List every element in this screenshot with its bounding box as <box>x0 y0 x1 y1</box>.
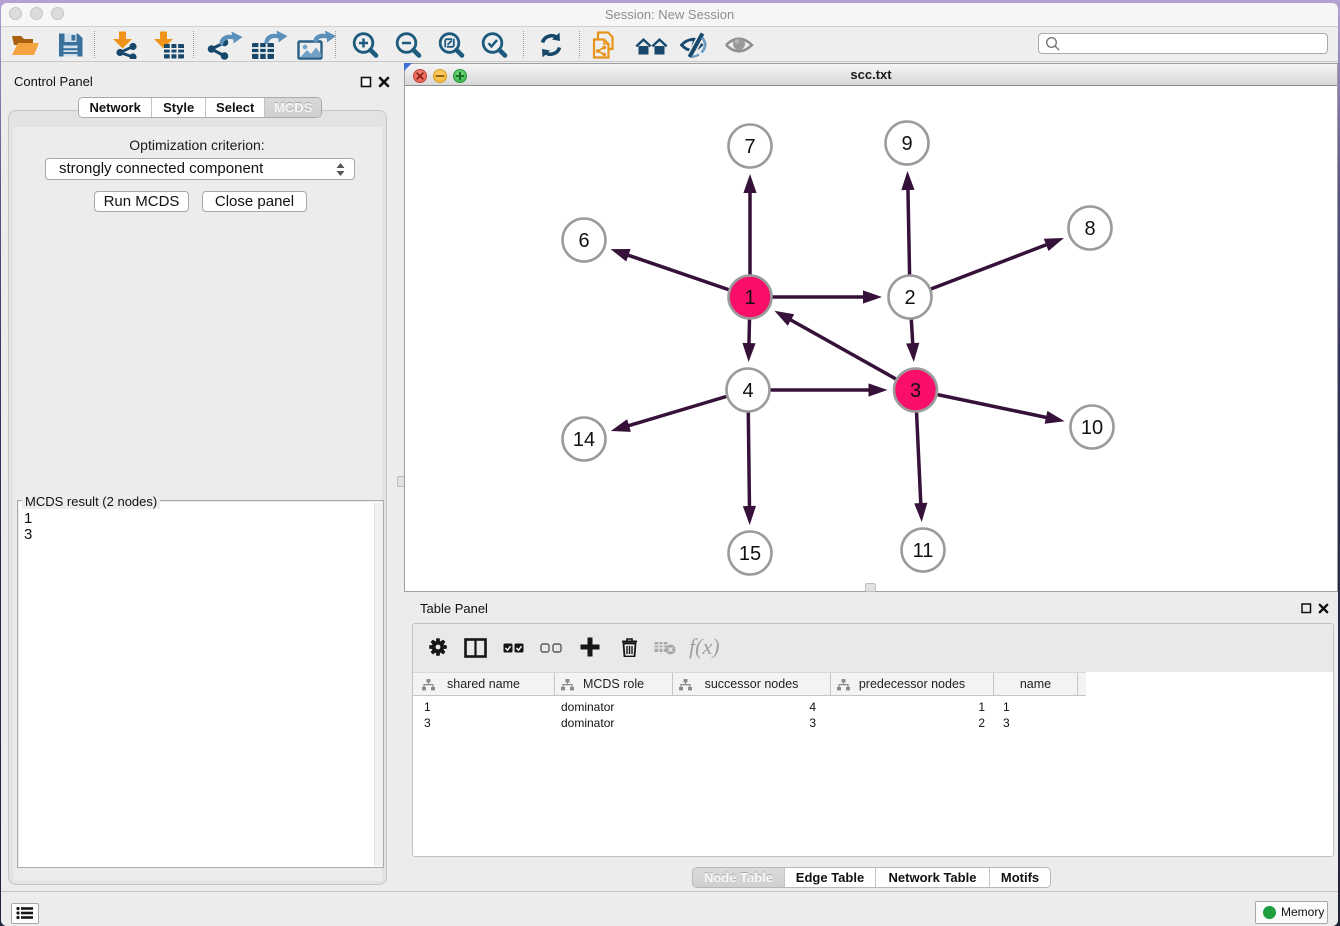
svg-text:14: 14 <box>573 429 595 451</box>
svg-text:1: 1 <box>744 287 755 309</box>
svg-text:4: 4 <box>742 380 753 402</box>
svg-text:10: 10 <box>1081 417 1103 439</box>
svg-text:11: 11 <box>913 540 934 562</box>
svg-text:7: 7 <box>744 136 755 158</box>
svg-text:9: 9 <box>901 133 912 155</box>
svg-text:8: 8 <box>1084 218 1095 240</box>
svg-text:2: 2 <box>904 287 915 309</box>
svg-text:3: 3 <box>910 380 921 402</box>
svg-text:15: 15 <box>739 543 761 565</box>
svg-text:6: 6 <box>578 230 589 252</box>
